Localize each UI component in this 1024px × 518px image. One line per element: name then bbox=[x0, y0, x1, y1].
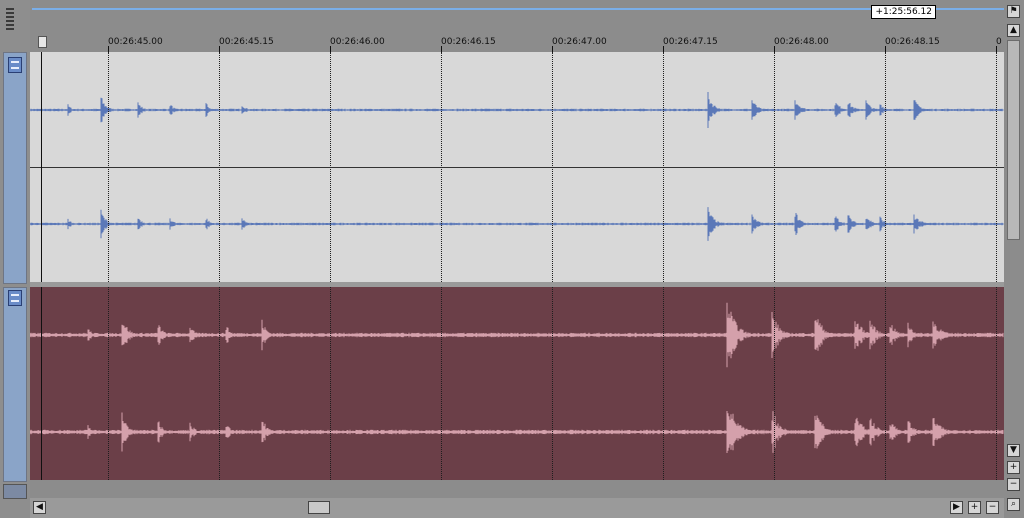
grid-line bbox=[663, 52, 664, 282]
track-header-2[interactable] bbox=[3, 287, 27, 482]
ruler-tick-label: 00:26:48.15 bbox=[885, 37, 940, 47]
grid-line bbox=[996, 52, 997, 282]
grid-line bbox=[885, 52, 886, 282]
track-expand-icon[interactable] bbox=[8, 290, 22, 306]
audio-track-2[interactable] bbox=[30, 287, 1004, 480]
playback-cursor bbox=[41, 287, 42, 480]
arrow-down-icon[interactable]: ▼ bbox=[1007, 444, 1020, 457]
vertical-scrollbar[interactable]: ⚑ ▲ ▼ + − ⌕ bbox=[1004, 0, 1024, 518]
ruler-tick-label: 00:26:46.00 bbox=[330, 37, 385, 47]
vertical-scroll-thumb[interactable] bbox=[1007, 40, 1020, 240]
ruler-tick-label: 00:26:45.00 bbox=[108, 37, 163, 47]
magnify-icon[interactable]: ⌕ bbox=[1007, 498, 1020, 511]
track-header-footer bbox=[3, 484, 27, 499]
grid-line bbox=[774, 287, 775, 480]
grid-line bbox=[552, 287, 553, 480]
ruler-tick-label: 00:26:48.00 bbox=[774, 37, 829, 47]
horizontal-scroll-thumb[interactable] bbox=[308, 501, 330, 514]
time-ruler[interactable]: 00:26:45.00 00:26:45.15 00:26:46.00 00:26:4… bbox=[30, 34, 1004, 52]
loop-region-bar[interactable] bbox=[32, 8, 1004, 10]
flag-icon[interactable]: ⚑ bbox=[1007, 5, 1020, 18]
grid-line bbox=[219, 287, 220, 480]
waveform-channel bbox=[30, 92, 1004, 128]
grid-line bbox=[108, 287, 109, 480]
arrow-right-icon[interactable]: ▶ bbox=[950, 501, 963, 514]
grip-icon[interactable] bbox=[6, 8, 14, 30]
grid-line bbox=[108, 52, 109, 282]
ruler-tick-label: 00:26:47.15 bbox=[663, 37, 718, 47]
grid-line bbox=[663, 287, 664, 480]
ruler-tick-label: 00:26:47.00 bbox=[552, 37, 607, 47]
grid-line bbox=[552, 52, 553, 282]
zoom-in-icon[interactable]: + bbox=[1007, 461, 1020, 474]
timeline-top-bar: +1:25:56.12 bbox=[30, 0, 1004, 34]
waveform-channel bbox=[30, 302, 1004, 368]
audio-track-1[interactable] bbox=[30, 52, 1004, 282]
grid-line bbox=[885, 287, 886, 480]
grid-line bbox=[330, 52, 331, 282]
waveform-channel bbox=[30, 207, 1004, 241]
grid-line bbox=[774, 52, 775, 282]
track-area-footer bbox=[30, 480, 1004, 498]
ruler-tick-label: 00:26:45.15 bbox=[219, 37, 274, 47]
playhead-handle[interactable] bbox=[38, 36, 47, 48]
playback-cursor bbox=[41, 52, 42, 282]
horizontal-scrollbar[interactable]: ◀ ▶ + − bbox=[30, 498, 1004, 518]
time-readout: +1:25:56.12 bbox=[871, 5, 936, 19]
arrow-left-icon[interactable]: ◀ bbox=[33, 501, 46, 514]
channel-divider bbox=[30, 167, 1004, 168]
track-2-waveform bbox=[30, 302, 1004, 453]
track-expand-icon[interactable] bbox=[8, 57, 22, 73]
grid-line bbox=[441, 52, 442, 282]
grid-line bbox=[219, 52, 220, 282]
ruler-tick-label: 00:26:46.15 bbox=[441, 37, 496, 47]
grid-line bbox=[441, 287, 442, 480]
grid-line bbox=[996, 287, 997, 480]
zoom-in-icon[interactable]: + bbox=[968, 501, 981, 514]
waveform-channel bbox=[30, 411, 1004, 453]
track-header-gutter bbox=[0, 0, 30, 518]
grid-line bbox=[330, 287, 331, 480]
zoom-out-icon[interactable]: − bbox=[986, 501, 999, 514]
track-header-1[interactable] bbox=[3, 52, 27, 284]
arrow-up-icon[interactable]: ▲ bbox=[1007, 24, 1020, 37]
zoom-out-icon[interactable]: − bbox=[1007, 478, 1020, 491]
